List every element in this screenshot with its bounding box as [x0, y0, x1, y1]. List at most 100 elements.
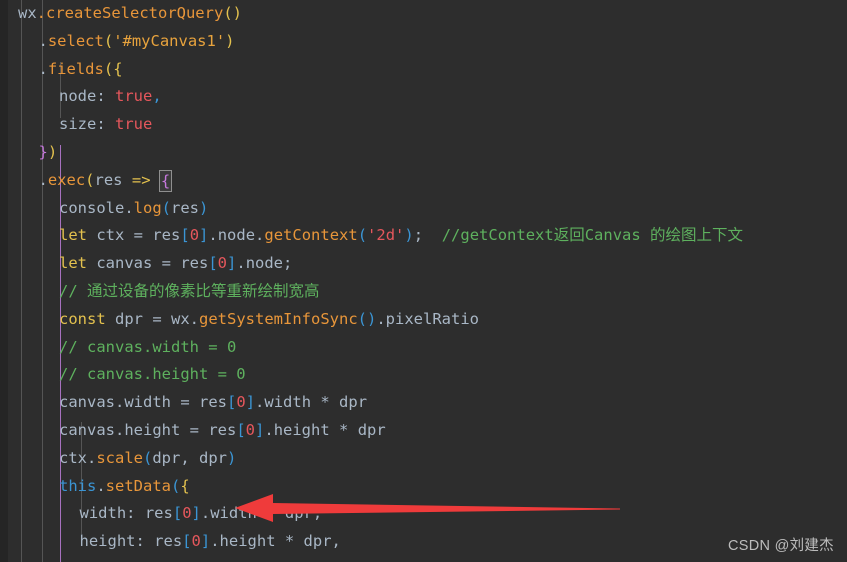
code-token: .	[96, 476, 106, 495]
code-token: =	[180, 393, 190, 412]
code-line[interactable]: height: res[0].height * dpr,	[0, 528, 341, 556]
code-token: (	[85, 170, 95, 189]
code-token: =	[133, 226, 144, 245]
code-token: 0	[191, 532, 201, 551]
code-token: ]	[227, 254, 237, 273]
code-token: res	[189, 393, 227, 412]
code-token: canvas	[87, 254, 162, 273]
matched-brace-highlight: {	[158, 169, 173, 192]
code-line[interactable]: size: true	[0, 111, 152, 139]
code-token: dpr	[329, 393, 368, 412]
code-token: .width	[200, 504, 267, 523]
code-token: canvas.height	[59, 421, 190, 439]
code-token: .width	[255, 393, 321, 412]
code-token: *	[266, 504, 276, 523]
code-token: // 通过设备的像素比等重新绘制宽高	[59, 282, 320, 300]
code-token: )	[47, 143, 58, 161]
code-token: (	[103, 31, 114, 50]
code-token: dpr,	[275, 504, 323, 523]
code-token: )	[225, 31, 235, 50]
code-token: size	[59, 115, 97, 134]
code-token: ]	[245, 393, 256, 412]
code-token: [	[182, 532, 192, 551]
code-token: canvas.width	[59, 393, 181, 412]
code-line[interactable]: const dpr = wx.getSystemInfoSync().pixel…	[0, 306, 479, 334]
code-line[interactable]: // canvas.height = 0	[0, 361, 246, 389]
code-token: 0	[245, 421, 256, 439]
code-token: ;	[413, 226, 424, 245]
code-token: ]	[191, 504, 201, 523]
code-token: wx	[18, 4, 37, 22]
code-token: getSystemInfoSync	[199, 309, 358, 328]
code-token: res	[199, 421, 237, 439]
code-line[interactable]: width: res[0].width * dpr,	[0, 500, 323, 528]
code-token: *	[339, 421, 349, 439]
code-line[interactable]: this.setData({	[0, 473, 190, 501]
code-token: :	[96, 115, 115, 134]
code-line[interactable]: })	[0, 139, 58, 167]
code-token: .node;	[236, 254, 293, 273]
code-line[interactable]: .exec(res => {	[0, 167, 173, 195]
code-token: ctx	[87, 226, 134, 245]
code-token: .	[38, 59, 48, 78]
code-token: scale	[96, 448, 143, 467]
code-token: getContext	[264, 226, 358, 245]
code-token: log	[133, 198, 162, 217]
code-token: console	[59, 198, 125, 217]
code-line[interactable]: // canvas.width = 0	[0, 334, 236, 362]
code-token: =	[152, 309, 162, 328]
code-line[interactable]: wx.createSelectorQuery()	[0, 0, 242, 28]
code-token: ,	[152, 87, 162, 106]
code-content[interactable]: wx.createSelectorQuery() .select('#myCanv…	[0, 0, 847, 562]
code-token: ]	[255, 421, 265, 439]
code-token: //getContext返回Canvas 的绘图上下文	[423, 226, 744, 245]
code-token: ]	[200, 532, 211, 551]
code-line[interactable]: .fields({	[0, 56, 123, 84]
code-token: :	[96, 87, 115, 106]
code-token: 0	[182, 504, 192, 523]
code-token: 0	[236, 393, 246, 412]
code-token: height	[79, 532, 136, 551]
code-line[interactable]: let canvas = res[0].node;	[0, 250, 292, 278]
code-token: }	[38, 143, 48, 161]
code-token: =>	[131, 170, 151, 189]
code-token: const	[59, 309, 106, 328]
code-token: '2d'	[367, 226, 405, 245]
code-line[interactable]: ctx.scale(dpr, dpr)	[0, 445, 236, 473]
code-token: .	[38, 170, 48, 189]
code-token: select	[47, 31, 104, 50]
code-token: .createSelectorQuery	[36, 4, 224, 22]
code-token: res	[94, 170, 123, 189]
code-line[interactable]: canvas.height = res[0].height * dpr	[0, 417, 386, 445]
code-token: [	[180, 226, 190, 245]
code-token: dpr, dpr	[152, 448, 227, 467]
code-token: =	[189, 421, 199, 439]
code-line[interactable]: let ctx = res[0].node.getContext('2d'); …	[0, 222, 743, 250]
code-token: )	[199, 198, 209, 217]
code-token: dpr	[348, 421, 386, 439]
code-token: res	[171, 254, 209, 273]
code-token: (	[143, 448, 153, 467]
code-token: [	[227, 393, 237, 412]
code-line[interactable]: node: true,	[0, 83, 162, 111]
code-token: .node.	[208, 226, 265, 245]
code-token: res	[143, 226, 181, 245]
code-token: this	[59, 476, 97, 495]
code-token: dpr,	[294, 532, 341, 551]
code-token: : res	[126, 504, 173, 523]
code-line[interactable]: .select('#myCanvas1')	[0, 28, 235, 56]
code-token: *	[320, 393, 330, 412]
code-line[interactable]: canvas.width = res[0].width * dpr	[0, 389, 367, 417]
code-token: 0	[189, 226, 200, 245]
code-token: *	[284, 532, 295, 551]
code-token: )	[404, 226, 414, 245]
code-token: ]	[199, 226, 209, 245]
code-line[interactable]: console.log(res)	[0, 195, 208, 223]
code-token: )	[227, 448, 237, 467]
code-token: =	[161, 254, 171, 273]
code-token: let	[59, 226, 87, 245]
code-line[interactable]: context: ctx,	[0, 556, 201, 562]
code-token: [	[208, 254, 218, 273]
code-line[interactable]: // 通过设备的像素比等重新绘制宽高	[0, 278, 320, 306]
code-token: .	[124, 198, 134, 217]
